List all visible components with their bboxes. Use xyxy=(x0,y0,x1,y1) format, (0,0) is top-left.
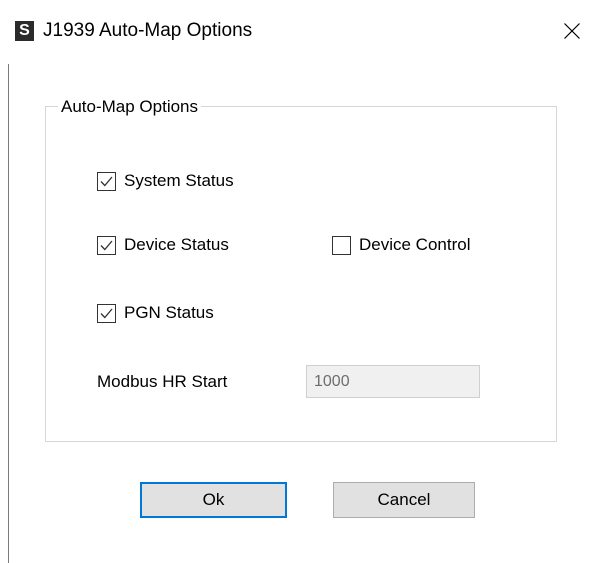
device-control-checkbox[interactable] xyxy=(332,235,351,255)
device-control-option[interactable]: Device Control xyxy=(332,233,471,257)
title-bar[interactable]: S J1939 Auto-Map Options xyxy=(0,0,593,64)
checkmark-icon xyxy=(100,240,113,250)
group-legend: Auto-Map Options xyxy=(58,96,202,118)
device-status-checkbox[interactable] xyxy=(97,235,116,255)
checkmark-icon xyxy=(100,176,113,186)
pgn-status-option[interactable]: PGN Status xyxy=(97,301,214,325)
pgn-status-label: PGN Status xyxy=(124,303,214,322)
system-status-checkbox[interactable] xyxy=(97,171,116,191)
system-status-label: System Status xyxy=(124,171,234,190)
cancel-button[interactable]: Cancel xyxy=(333,482,475,518)
device-status-label: Device Status xyxy=(124,235,229,254)
pgn-status-checkbox[interactable] xyxy=(97,303,116,323)
close-icon xyxy=(564,23,580,39)
window-left-border xyxy=(8,64,9,563)
ok-button[interactable]: Ok xyxy=(140,482,287,518)
modbus-hr-start-label: Modbus HR Start xyxy=(97,372,228,391)
checkmark-icon xyxy=(100,308,113,318)
window-title: J1939 Auto-Map Options xyxy=(43,20,253,41)
close-button[interactable] xyxy=(557,16,587,46)
dialog-window: S J1939 Auto-Map Options Auto-Map Option… xyxy=(0,0,593,563)
modbus-hr-start-field[interactable] xyxy=(306,365,480,398)
system-status-option[interactable]: System Status xyxy=(97,169,234,193)
app-logo-icon: S xyxy=(15,21,34,41)
device-status-option[interactable]: Device Status xyxy=(97,233,229,257)
device-control-label: Device Control xyxy=(359,235,471,254)
